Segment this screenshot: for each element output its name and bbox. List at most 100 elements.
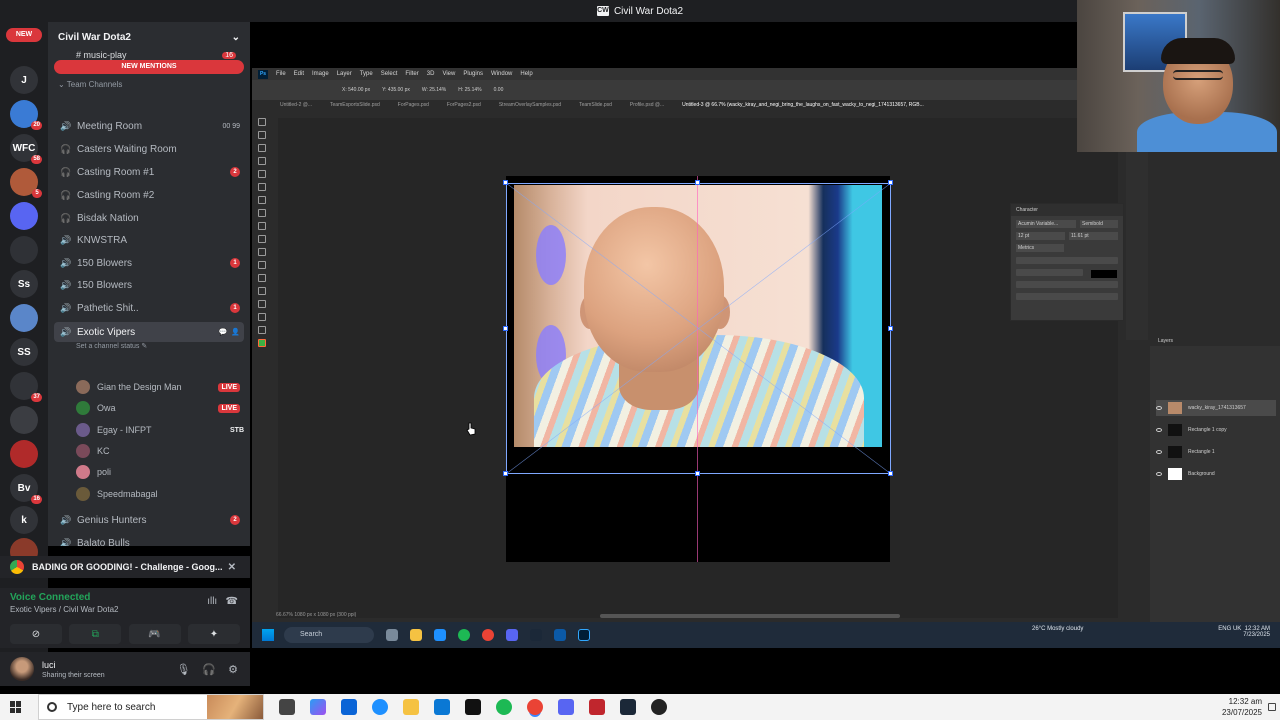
streamed-clock[interactable]: ENG UK 12:32 AM 7/23/2025 xyxy=(1218,626,1270,638)
ps-document-tab[interactable]: StreamOverlaySamples.psd xyxy=(499,102,561,112)
channel-exotic-vipers[interactable]: 🔊 Exotic Vipers 💬 👤 xyxy=(54,322,244,342)
voice-channel[interactable]: 🎧 Casting Room #2 xyxy=(54,185,244,205)
transform-handle[interactable] xyxy=(695,180,700,185)
color-swatch-icon[interactable] xyxy=(258,339,266,347)
notification-icon[interactable] xyxy=(1268,703,1276,711)
voice-channel[interactable]: 🔊 150 Blowers xyxy=(54,275,244,295)
add-member-icon[interactable]: 👤 xyxy=(231,328,240,336)
obs-icon[interactable] xyxy=(651,699,667,715)
shape-tool-icon[interactable] xyxy=(258,287,266,295)
discord-icon[interactable] xyxy=(506,629,518,641)
copilot-icon[interactable] xyxy=(310,699,326,715)
windows-start-icon[interactable] xyxy=(262,629,274,641)
voice-channel[interactable]: 🔊 Balato Bulls xyxy=(54,533,244,547)
soundboard-button[interactable]: ✦ xyxy=(187,624,240,644)
select-tool-icon[interactable] xyxy=(258,157,266,165)
activity-bar[interactable]: BADING OR GOODING! - Challenge - Goog...… xyxy=(0,556,250,578)
voice-member[interactable]: Gian the Design Man LIVE xyxy=(76,377,244,397)
new-badge[interactable]: NEW xyxy=(6,28,42,42)
server-icon[interactable] xyxy=(10,202,38,230)
layer-row[interactable]: Background xyxy=(1156,466,1276,482)
server-icon[interactable]: J xyxy=(10,66,38,94)
eye-icon[interactable] xyxy=(1156,406,1162,410)
app-icon[interactable] xyxy=(554,629,566,641)
ps-menu-plugins[interactable]: Plugins xyxy=(463,71,483,77)
voice-channel[interactable]: 🔊 Genius Hunters 2 xyxy=(54,510,244,530)
zoom-tool-icon[interactable] xyxy=(258,313,266,321)
steam-icon[interactable] xyxy=(530,629,542,641)
transform-handle[interactable] xyxy=(888,326,893,331)
voice-channel[interactable]: 🎧 Bisdak Nation xyxy=(54,208,244,228)
ps-option-field[interactable]: W: 25.14% xyxy=(422,87,446,93)
edge-icon[interactable] xyxy=(434,629,446,641)
ps-option-field[interactable]: X: 540.00 px xyxy=(342,87,370,93)
server-icon[interactable] xyxy=(10,440,38,468)
hand-tool-icon[interactable] xyxy=(258,300,266,308)
move-tool-icon[interactable] xyxy=(258,118,266,126)
voice-member[interactable]: KC xyxy=(76,441,244,461)
ps-option-field[interactable]: H: 25.14% xyxy=(458,87,481,93)
pen-tool-icon[interactable] xyxy=(258,248,266,256)
activities-button[interactable]: 🎮 xyxy=(128,624,181,644)
eye-icon[interactable] xyxy=(1156,472,1162,476)
layer-row[interactable]: wacky_kiray_1741313657 xyxy=(1156,400,1276,416)
leading-field[interactable]: 11.61 pt xyxy=(1069,232,1118,240)
ps-menu-file[interactable]: File xyxy=(276,71,286,77)
transform-handle[interactable] xyxy=(503,326,508,331)
transform-bounding-box[interactable] xyxy=(506,183,891,474)
weather-widget[interactable]: 26°C Mostly cloudy xyxy=(1032,626,1083,632)
more-tools-icon[interactable] xyxy=(258,326,266,334)
disconnect-icon[interactable]: ☎ xyxy=(226,596,238,607)
ps-menu-type[interactable]: Type xyxy=(360,71,373,77)
ps-document-tab[interactable]: TeamSlide.psd xyxy=(579,102,612,112)
ps-menu-select[interactable]: Select xyxy=(381,71,398,77)
taskbar-clock[interactable]: 12:32 am 23/07/2025 xyxy=(1222,696,1262,718)
marquee-tool-icon[interactable] xyxy=(258,131,266,139)
chrome-icon[interactable] xyxy=(482,629,494,641)
kerning-field[interactable]: Metrics xyxy=(1016,244,1064,252)
ps-menu-edit[interactable]: Edit xyxy=(294,71,304,77)
tiktok-icon[interactable] xyxy=(465,699,481,715)
ps-document-tab[interactable]: Untitled-3 @ 66.7% (wacky_kiray_and_negi… xyxy=(682,102,924,112)
server-icon[interactable] xyxy=(10,236,38,264)
stamp-tool-icon[interactable] xyxy=(258,209,266,217)
path-tool-icon[interactable] xyxy=(258,274,266,282)
transform-handle[interactable] xyxy=(888,180,893,185)
store-icon[interactable] xyxy=(341,699,357,715)
ps-document-tab[interactable]: Untitled-2 @... xyxy=(280,102,312,112)
voice-channel[interactable]: 🔊 Pathetic Shit.. 1 xyxy=(54,298,244,318)
file-explorer-icon[interactable] xyxy=(410,629,422,641)
channel-status[interactable]: Set a channel status ✎ xyxy=(76,342,147,350)
voice-member[interactable]: Speedmabagal xyxy=(76,484,244,504)
guild-header[interactable]: Civil War Dota2 ⌄ xyxy=(48,22,250,52)
server-icon[interactable] xyxy=(10,406,38,434)
chrome-icon[interactable] xyxy=(527,699,543,715)
ps-menu-image[interactable]: Image xyxy=(312,71,329,77)
avatar[interactable] xyxy=(10,657,34,681)
noise-suppression-icon[interactable]: ıllı xyxy=(207,596,217,607)
ps-option-field[interactable]: 0.00 xyxy=(494,87,504,93)
windows-start-icon[interactable] xyxy=(10,701,22,713)
taskbar-search-input[interactable]: Type here to search xyxy=(38,694,264,720)
eye-icon[interactable] xyxy=(1156,428,1162,432)
ps-menu-view[interactable]: View xyxy=(442,71,455,77)
channel-music-play[interactable]: # music-play xyxy=(76,50,127,60)
voice-channel[interactable]: 🎧 Casting Room #1 2 xyxy=(54,162,244,182)
transform-handle[interactable] xyxy=(888,471,893,476)
font-style-select[interactable]: Semibold xyxy=(1080,220,1118,228)
voice-channel[interactable]: 🔊 KNWSTRA xyxy=(54,230,244,250)
eye-icon[interactable] xyxy=(1156,450,1162,454)
transform-handle[interactable] xyxy=(503,180,508,185)
photoshop-taskbar-icon[interactable] xyxy=(578,629,590,641)
voice-channel[interactable]: 🎧 Casters Waiting Room xyxy=(54,139,244,159)
edge-icon[interactable] xyxy=(372,699,388,715)
chevron-down-icon[interactable]: ⌄ xyxy=(232,32,240,43)
ps-menu-layer[interactable]: Layer xyxy=(337,71,352,77)
headphones-icon[interactable]: 🎧 xyxy=(202,663,216,676)
server-icon[interactable]: SS xyxy=(10,338,38,366)
screen-share-button[interactable]: ⧉ xyxy=(69,624,122,644)
server-icon[interactable]: Ss xyxy=(10,270,38,298)
eyedropper-tool-icon[interactable] xyxy=(258,183,266,191)
new-mentions-bar[interactable]: NEW MENTIONS xyxy=(54,60,244,74)
voice-member[interactable]: Owa LIVE xyxy=(76,398,244,418)
